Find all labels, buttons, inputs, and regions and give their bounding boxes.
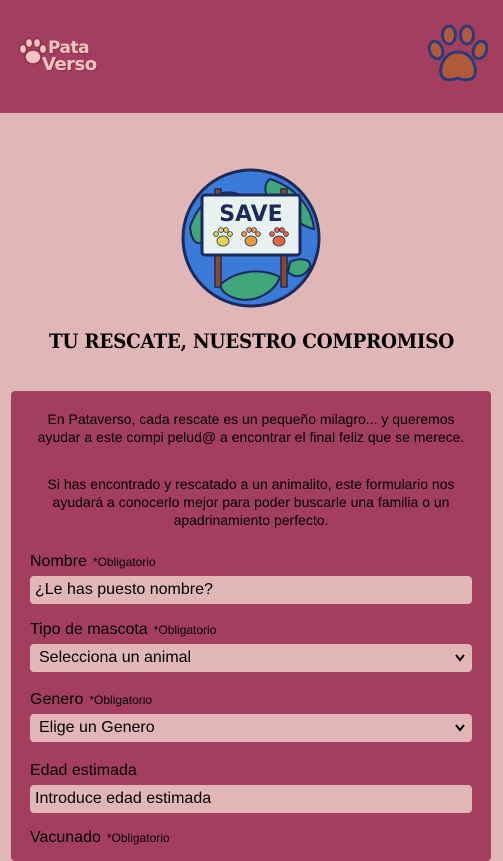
required-marker: *Obligatorio xyxy=(89,693,153,707)
rescue-form-card: En Pataverso, cada rescate es un pequeño… xyxy=(11,391,491,861)
required-marker: *Obligatorio xyxy=(92,555,156,569)
save-globe-emblem: SAVE xyxy=(180,167,322,314)
genero-field: Genero *Obligatorio Elige un Genero xyxy=(30,691,472,742)
tipo-mascota-field: Tipo de mascota *Obligatorio Selecciona u… xyxy=(30,621,472,672)
nombre-input[interactable]: ¿Le has puesto nombre? xyxy=(30,576,472,604)
genero-label: Genero xyxy=(30,691,84,708)
app-header: Pata Verso xyxy=(0,0,503,113)
save-globe-icon: SAVE xyxy=(181,168,321,308)
edad-estimada-label: Edad estimada xyxy=(30,762,137,779)
intro-paragraph-1: En Pataverso, cada rescate es un pequeño… xyxy=(37,411,465,445)
pataverso-logo[interactable]: Pata Verso xyxy=(18,36,97,76)
nombre-label: Nombre xyxy=(30,553,87,570)
edad-estimada-field: Edad estimada Introduce edad estimada xyxy=(30,762,472,813)
intro-paragraph-2: Si has encontrado y rescatado a un anima… xyxy=(47,476,455,528)
tipo-mascota-value: Selecciona un animal xyxy=(39,649,192,666)
edad-estimada-input[interactable]: Introduce edad estimada xyxy=(30,785,472,813)
paw-icon xyxy=(427,24,489,82)
page-title: TU RESCATE, NUESTRO COMPROMISO xyxy=(48,329,455,353)
logo-text-line2: Verso xyxy=(42,54,97,75)
profile-button[interactable] xyxy=(427,24,489,89)
genero-value: Elige un Genero xyxy=(39,719,155,736)
vacunado-field: Vacunado *Obligatorio xyxy=(30,829,472,847)
required-marker: *Obligatorio xyxy=(153,623,217,637)
nombre-field: Nombre *Obligatorio ¿Le has puesto nombre… xyxy=(30,553,472,604)
vacunado-label: Vacunado xyxy=(30,829,101,846)
tipo-mascota-select[interactable]: Selecciona un animal xyxy=(30,644,472,672)
chevron-down-icon xyxy=(455,654,465,662)
chevron-down-icon xyxy=(455,724,465,732)
sign-text: SAVE xyxy=(219,202,282,227)
genero-select[interactable]: Elige un Genero xyxy=(30,714,472,742)
tipo-mascota-label: Tipo de mascota xyxy=(30,621,148,638)
